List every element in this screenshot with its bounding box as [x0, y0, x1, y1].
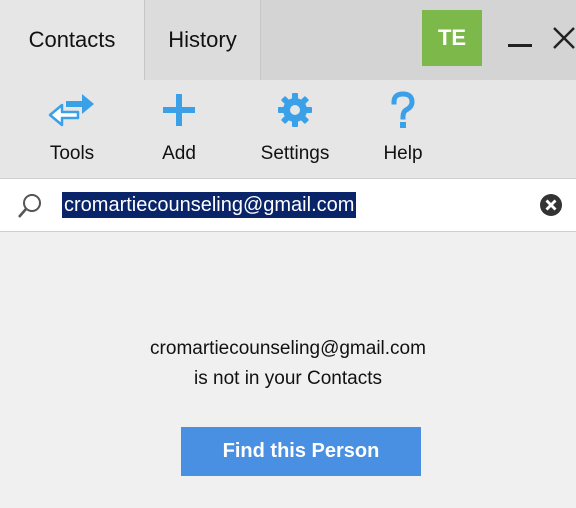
- settings-label: Settings: [260, 143, 330, 164]
- not-found-message: is not in your Contacts: [194, 368, 382, 389]
- results-panel: cromartiecounseling@gmail.com is not in …: [0, 232, 576, 508]
- user-badge[interactable]: TE: [422, 10, 482, 66]
- help-label: Help: [383, 143, 423, 164]
- arrows-swap-icon: [48, 94, 94, 127]
- contacts-window: Contacts History TE Tools Add Settings H…: [0, 0, 576, 508]
- not-found-email: cromartiecounseling@gmail.com: [150, 338, 426, 359]
- minimize-button[interactable]: [502, 14, 538, 64]
- search-input[interactable]: cromartiecounseling@gmail.com: [62, 188, 542, 222]
- close-icon: [553, 27, 575, 49]
- add-label: Add: [162, 143, 196, 164]
- plus-icon: [163, 94, 195, 126]
- search-bar: cromartiecounseling@gmail.com: [0, 178, 576, 232]
- settings-button[interactable]: Settings: [240, 80, 350, 178]
- help-button[interactable]: Help: [365, 80, 441, 178]
- search-icon: [18, 194, 41, 218]
- tools-label: Tools: [49, 143, 95, 164]
- tab-history[interactable]: History: [145, 0, 261, 80]
- tools-button[interactable]: Tools: [30, 80, 114, 178]
- tab-bar: Contacts History TE: [0, 0, 576, 80]
- add-button[interactable]: Add: [140, 80, 218, 178]
- find-person-button[interactable]: Find this Person: [181, 427, 421, 476]
- minimize-icon: [508, 44, 532, 47]
- question-icon: [391, 91, 415, 128]
- toolbar: Tools Add Settings Help: [0, 80, 576, 178]
- search-input-value: cromartiecounseling@gmail.com: [62, 192, 357, 218]
- close-button[interactable]: [548, 14, 576, 64]
- clear-icon[interactable]: [538, 192, 564, 218]
- gear-icon: [278, 93, 312, 127]
- tab-contacts[interactable]: Contacts: [0, 0, 145, 80]
